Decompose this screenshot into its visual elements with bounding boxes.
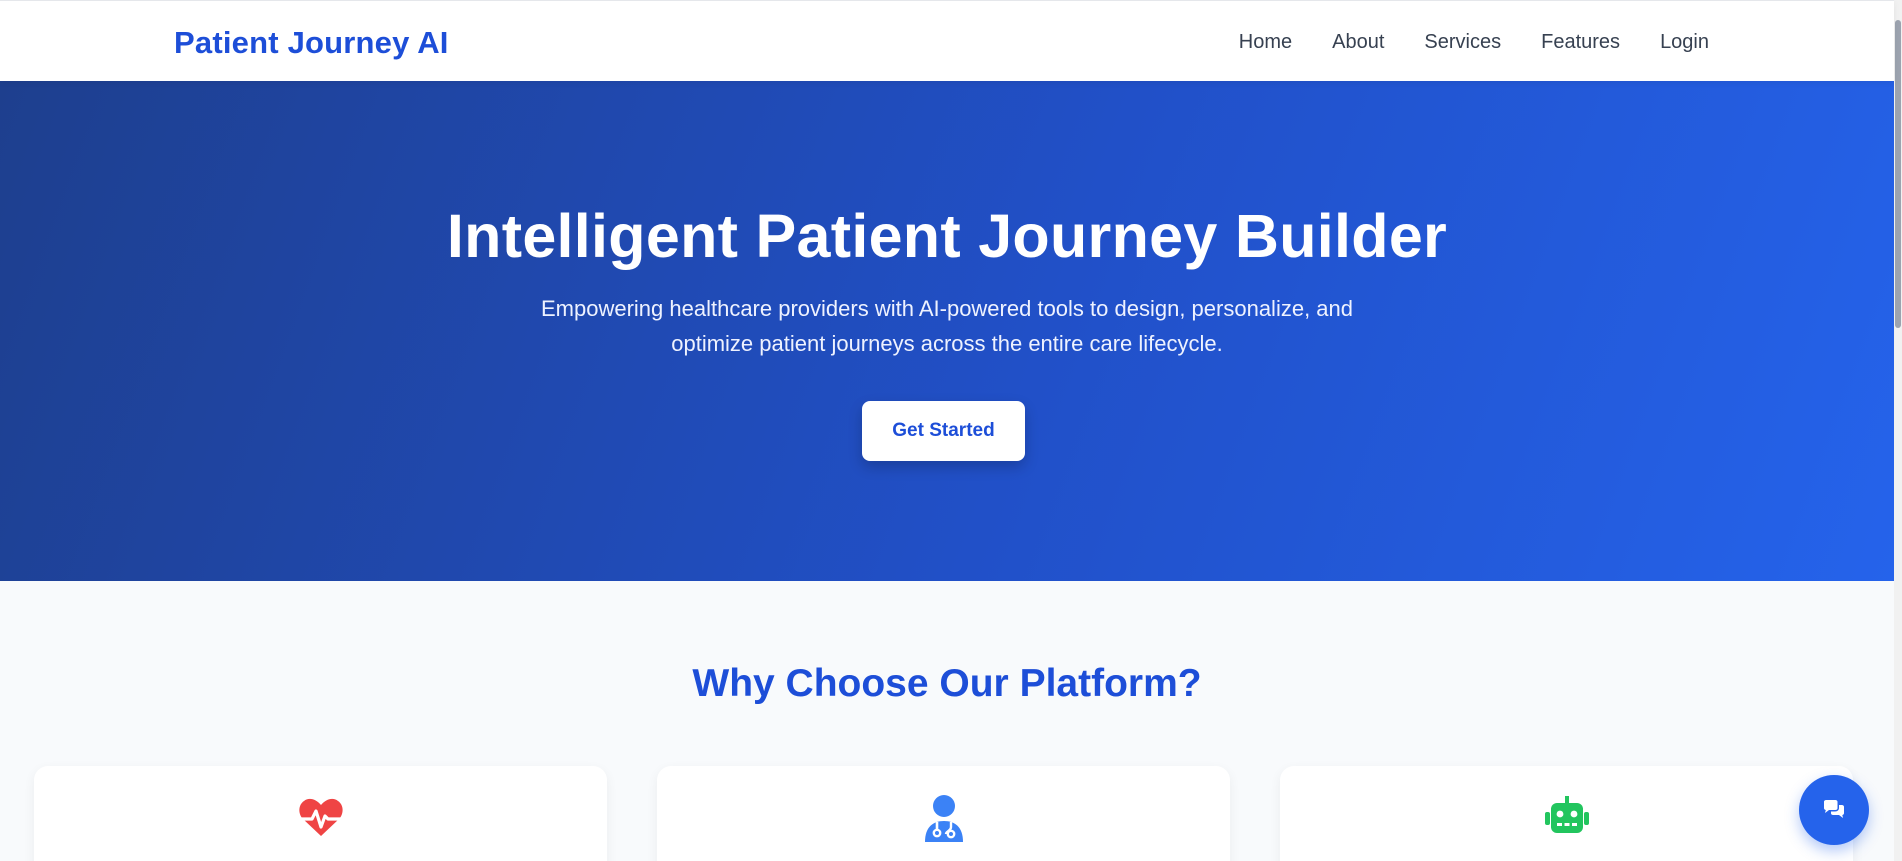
main-nav: Home About Services Features Login (1239, 31, 1709, 54)
heartbeat-icon (298, 798, 343, 836)
top-navbar: Patient Journey AI Home About Services F… (0, 0, 1894, 81)
doctor-icon (924, 795, 963, 842)
hero-subtitle: Empowering healthcare providers with AI-… (540, 296, 1353, 356)
hero-section: Intelligent Patient Journey Builder Empo… (0, 81, 1894, 581)
chat-icon (1824, 800, 1844, 818)
robot-icon (1544, 796, 1589, 833)
features-title: Why Choose Our Platform? (692, 662, 1202, 705)
nav-services[interactable]: Services (1424, 31, 1501, 54)
nav-login[interactable]: Login (1660, 31, 1709, 54)
get-started-button[interactable]: Get Started (862, 401, 1025, 461)
page: Patient Journey AI Home About Services F… (0, 0, 1902, 861)
chat-button[interactable] (1799, 775, 1869, 845)
feature-card-2 (657, 766, 1230, 861)
brand-logo-link[interactable]: Patient Journey AI (174, 25, 449, 61)
nav-home[interactable]: Home (1239, 31, 1292, 54)
feature-card-1 (34, 766, 607, 861)
hero-title: Intelligent Patient Journey Builder (446, 202, 1448, 270)
page-scrollbar[interactable] (1894, 0, 1902, 861)
feature-card-3 (1280, 766, 1853, 861)
nav-about[interactable]: About (1332, 31, 1384, 54)
nav-features[interactable]: Features (1541, 31, 1620, 54)
scrollbar-thumb[interactable] (1895, 20, 1901, 328)
